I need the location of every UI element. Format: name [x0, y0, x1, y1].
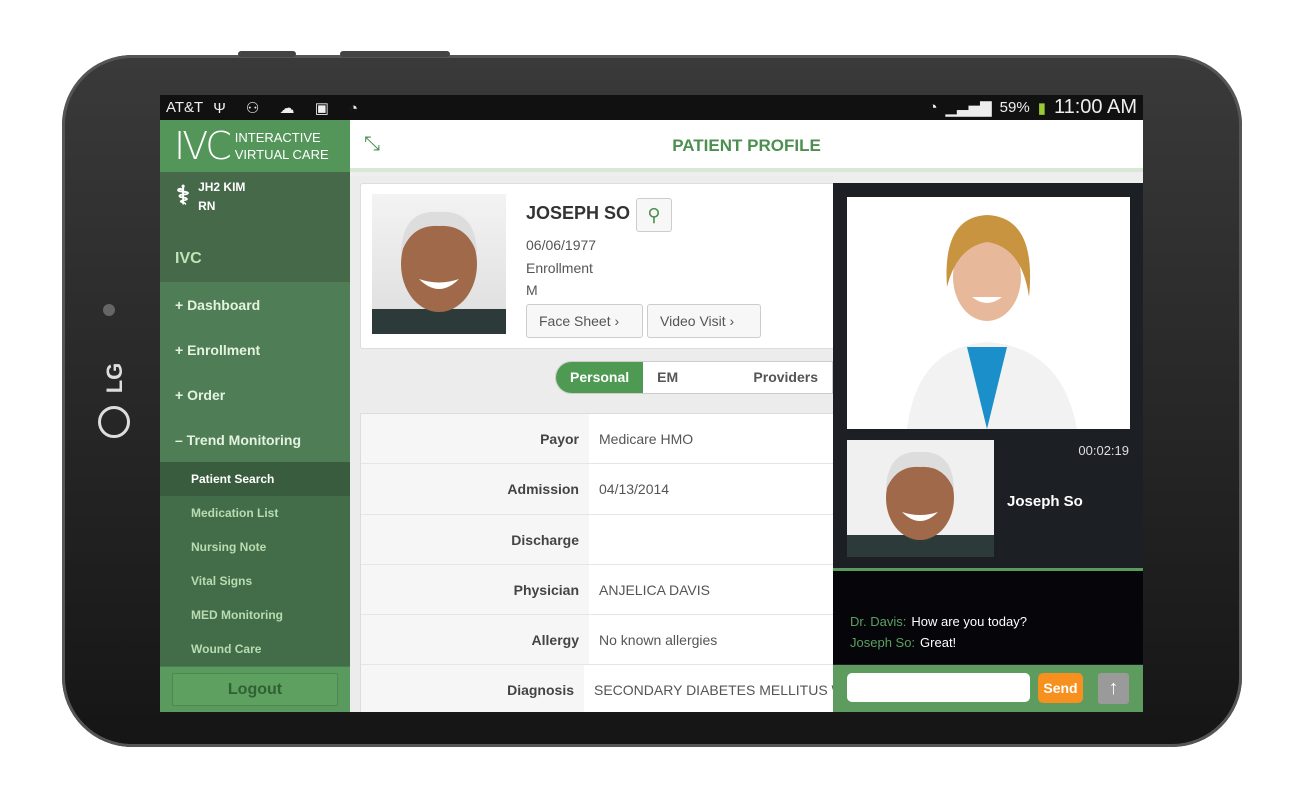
- carrier: AT&T: [166, 99, 204, 116]
- face-sheet-label: Face Sheet: [539, 313, 611, 329]
- patient-dob: 06/06/1977: [526, 237, 597, 253]
- chevron-right-icon: ›: [614, 313, 620, 329]
- nav-med-monitoring[interactable]: MED Monitoring: [160, 598, 350, 632]
- hardware-button: [340, 51, 450, 57]
- table-row: Diagnosis SECONDARY DIABETES MELLITUS W: [361, 665, 839, 712]
- patient-status: Enrollment: [526, 259, 593, 276]
- nav-medication-list[interactable]: Medication List: [160, 496, 350, 530]
- row-value: No known allergies: [599, 632, 718, 649]
- logo-line2: VIRTUAL CARE: [234, 147, 329, 162]
- row-label: Physician: [361, 564, 589, 615]
- row-value: [589, 515, 599, 564]
- chat-input[interactable]: [847, 673, 1030, 702]
- signal-icon: ▁▃▅▇: [945, 99, 992, 117]
- chat-message: Joseph So: Great!: [850, 632, 1126, 653]
- nav-patient-search[interactable]: Patient Search: [160, 462, 350, 496]
- tab-providers[interactable]: Providers: [739, 362, 832, 393]
- row-value: ANJELICA DAVIS: [599, 581, 711, 598]
- search-icon[interactable]: ⚲: [636, 198, 672, 232]
- patient-photo: [372, 194, 506, 334]
- chat-sender: Joseph So:: [850, 635, 916, 650]
- app-logo[interactable]: IVC INTERACTIVE VIRTUAL CARE: [160, 120, 350, 172]
- wifi-icon: ◔: [928, 99, 938, 116]
- logo-mark: IVC: [174, 124, 232, 168]
- row-label: Admission: [361, 464, 589, 514]
- clock: 11:00 AM: [1053, 96, 1137, 118]
- logout-button[interactable]: Logout: [172, 673, 338, 706]
- nav-nursing-note[interactable]: Nursing Note: [160, 530, 350, 564]
- chat-message: Dr. Davis: How are you today?: [850, 611, 1126, 632]
- chat-log: Dr. Davis: How are you today? Joseph So: G…: [833, 568, 1143, 664]
- main-content: JOSEPH SO ⚲ 06/06/1977 Enrollment M Face…: [350, 176, 840, 712]
- video-visit-button[interactable]: Video Visit ›: [647, 304, 761, 338]
- row-label: Discharge: [361, 514, 589, 564]
- arrow-up-icon[interactable]: ↑: [1098, 673, 1129, 704]
- tab-personal[interactable]: Personal: [556, 362, 644, 393]
- user-name: JH2 KIM: [198, 180, 246, 194]
- patient-name: JOSEPH SO: [526, 203, 631, 223]
- row-label: Diagnosis: [361, 665, 584, 712]
- caller-name: Joseph So: [1007, 493, 1083, 510]
- user-info: ⚕ JH2 KIM RN: [160, 172, 350, 232]
- chat-text: Great!: [920, 635, 957, 650]
- tabs: Personal EM Contact Providers: [555, 361, 833, 394]
- lg-logo-icon: [98, 406, 130, 438]
- nav-enrollment[interactable]: + Enrollment: [160, 327, 350, 372]
- nav-vital-signs[interactable]: Vital Signs: [160, 564, 350, 598]
- screen: AT&T Ψ ⚇ ☁ ▣ ◔ ◔ ▁▃▅▇ 59% ▮ 11:00 AM IVC…: [160, 95, 1143, 712]
- tab-em-contact[interactable]: EM Contact: [643, 362, 739, 393]
- table-row: Allergy No known allergies: [361, 615, 839, 666]
- call-timer: 00:02:19: [1078, 443, 1129, 458]
- row-value: 04/13/2014: [599, 481, 670, 498]
- device-brand: LG: [102, 362, 127, 394]
- notification-icons: Ψ ⚇ ☁ ▣ ◔: [213, 99, 367, 117]
- video-call-panel: 00:02:19 Joseph So Dr. Davis: How are you…: [833, 183, 1143, 712]
- header: ⤡ PATIENT PROFILE: [350, 120, 1143, 172]
- battery-percent: 59%: [999, 99, 1030, 116]
- logo-line1: INTERACTIVE: [234, 130, 321, 145]
- user-role: RN: [198, 199, 216, 213]
- row-label: Allergy: [361, 615, 589, 665]
- send-button[interactable]: Send: [1038, 673, 1083, 703]
- status-bar: AT&T Ψ ⚇ ☁ ▣ ◔ ◔ ▁▃▅▇ 59% ▮ 11:00 AM: [160, 95, 1143, 120]
- details-table: Payor Medicare HMO Admission 04/13/2014 Di…: [360, 413, 840, 712]
- face-sheet-button[interactable]: Face Sheet ›: [526, 304, 643, 338]
- battery-icon: ▮: [1037, 99, 1046, 117]
- patient-card: JOSEPH SO ⚲ 06/06/1977 Enrollment M Face…: [360, 183, 840, 349]
- camera: [103, 304, 115, 316]
- table-row: Payor Medicare HMO: [361, 414, 839, 465]
- table-row: Admission 04/13/2014: [361, 464, 839, 515]
- row-label: Payor: [361, 414, 589, 464]
- chat-input-bar: Send ↑: [833, 665, 1143, 712]
- table-row: Discharge: [361, 514, 839, 565]
- chat-text: How are you today?: [911, 614, 1027, 629]
- nav-dashboard[interactable]: + Dashboard: [160, 282, 350, 327]
- nurse-icon: ⚕: [176, 180, 191, 210]
- local-video: [847, 440, 994, 557]
- hardware-button: [238, 51, 296, 57]
- page-title: PATIENT PROFILE: [672, 136, 821, 155]
- nav-trend-monitoring[interactable]: – Trend Monitoring: [160, 417, 350, 462]
- row-value: SECONDARY DIABETES MELLITUS W: [594, 682, 839, 699]
- chat-sender: Dr. Davis:: [850, 614, 907, 629]
- video-visit-label: Video Visit: [660, 313, 726, 329]
- table-row: Physician ANJELICA DAVIS: [361, 564, 839, 616]
- row-value: Medicare HMO: [599, 431, 694, 447]
- sidebar: IVC INTERACTIVE VIRTUAL CARE ⚕ JH2 KIM RN …: [160, 120, 350, 712]
- nav-order[interactable]: + Order: [160, 372, 350, 417]
- patient-sex: M: [526, 282, 538, 298]
- section-title: IVC: [160, 232, 350, 282]
- remote-video: [847, 197, 1130, 429]
- nav-wound-care[interactable]: Wound Care: [160, 632, 350, 666]
- chevron-right-icon: ›: [729, 313, 735, 329]
